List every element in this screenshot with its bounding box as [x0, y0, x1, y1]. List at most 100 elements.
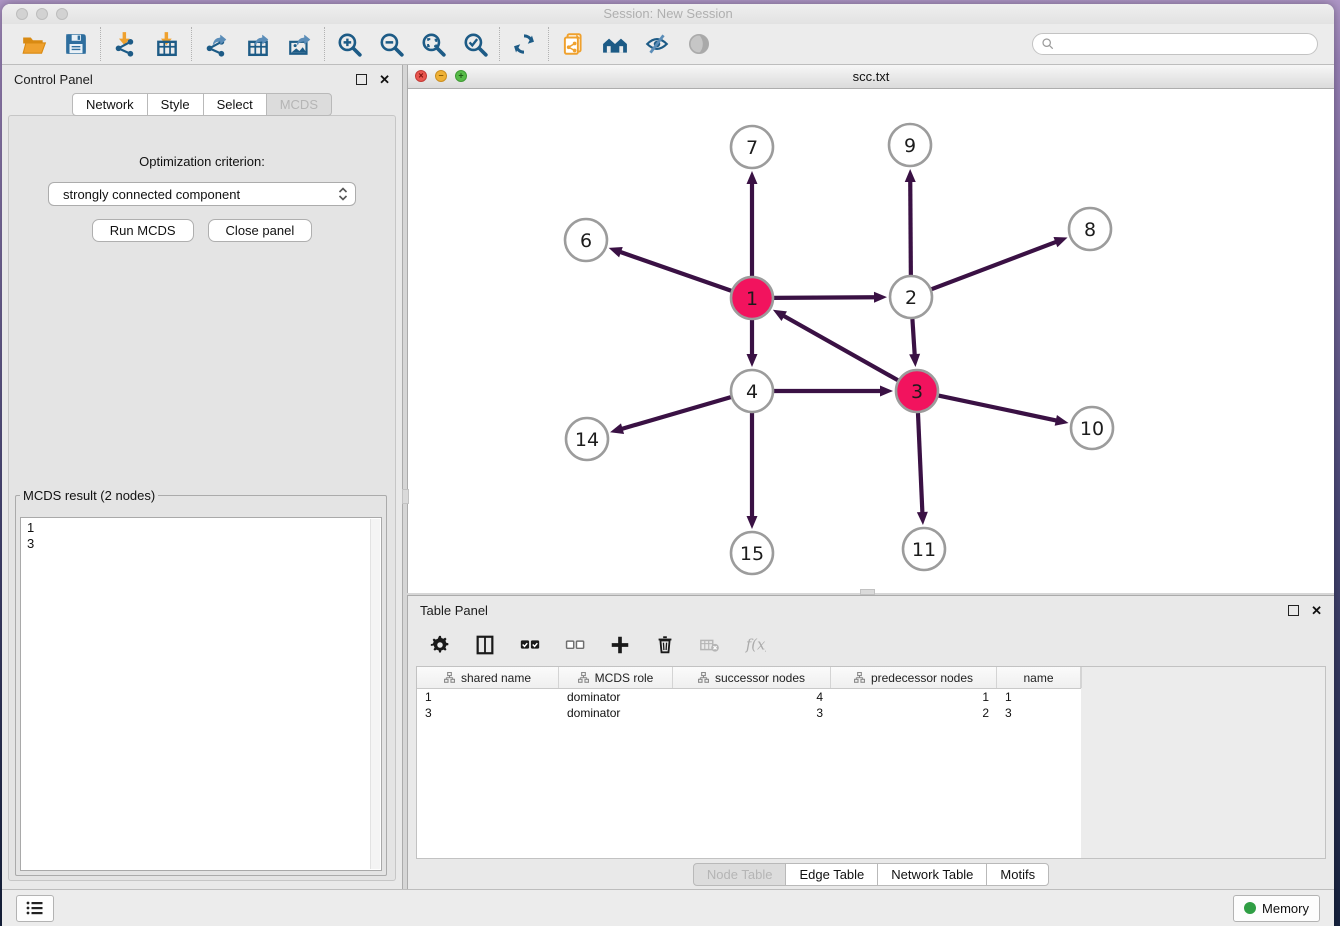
delete-column-button[interactable]: [653, 633, 677, 657]
close-table-panel-icon[interactable]: ✕: [1311, 604, 1322, 617]
edge-2-8[interactable]: [932, 241, 1058, 289]
column-header-successor-nodes[interactable]: successor nodes: [673, 667, 831, 688]
close-panel-icon[interactable]: ✕: [379, 73, 390, 86]
export-table-button[interactable]: [245, 31, 271, 57]
node-label-1: 1: [746, 288, 758, 310]
delete-column-icon: [654, 634, 676, 656]
edge-3-11[interactable]: [918, 413, 922, 514]
column-header-MCDS-role[interactable]: MCDS role: [559, 667, 673, 688]
function-builder-icon: f(x): [744, 634, 766, 656]
edge-arrowhead: [905, 169, 916, 182]
column-header-name[interactable]: name: [997, 667, 1081, 688]
edge-arrowhead: [747, 171, 758, 184]
node-label-11: 11: [912, 539, 936, 561]
run-mcds-button[interactable]: Run MCDS: [92, 219, 194, 242]
tab-style[interactable]: Style: [147, 93, 204, 116]
result-scrollbar[interactable]: [370, 519, 380, 869]
tab-edge-table[interactable]: Edge Table: [785, 863, 878, 886]
show-graphics-details-button[interactable]: [686, 31, 712, 57]
splitter-handle[interactable]: [402, 489, 409, 504]
minimize-view-button[interactable]: −: [435, 70, 447, 82]
node-label-10: 10: [1080, 418, 1104, 440]
export-network-button[interactable]: [203, 31, 229, 57]
network-canvas[interactable]: 7968124314101511: [408, 89, 1334, 593]
control-panel-title: Control Panel: [14, 72, 93, 87]
export-image-button[interactable]: [287, 31, 313, 57]
search-box[interactable]: [1032, 33, 1318, 55]
column-type-icon: [698, 672, 709, 683]
float-panel-icon[interactable]: [356, 74, 367, 85]
zoom-fit-button[interactable]: [420, 31, 446, 57]
edge-1-6[interactable]: [619, 252, 731, 291]
tab-mcds[interactable]: MCDS: [266, 93, 332, 116]
edge-2-9[interactable]: [910, 180, 911, 275]
open-file-icon: [21, 31, 47, 57]
column-type-icon: [578, 672, 589, 683]
table-settings-icon: [429, 634, 451, 656]
deselect-all-columns-button[interactable]: [563, 633, 587, 657]
search-icon: [1041, 37, 1055, 51]
optimization-criterion-label: Optimization criterion:: [9, 154, 395, 169]
node-label-9: 9: [904, 135, 916, 157]
import-network-icon: [112, 31, 138, 57]
table-settings-button[interactable]: [428, 633, 452, 657]
tab-motifs[interactable]: Motifs: [986, 863, 1049, 886]
main-toolbar: [2, 24, 1334, 65]
edge-2-3[interactable]: [912, 319, 914, 356]
column-header-shared-name[interactable]: shared name: [417, 667, 559, 688]
network-overview-button[interactable]: [602, 31, 628, 57]
hide-graphics-details-button[interactable]: [644, 31, 670, 57]
zoom-selected-button[interactable]: [462, 31, 488, 57]
edge-arrowhead: [747, 516, 758, 529]
zoom-fit-icon: [420, 31, 446, 57]
tab-network[interactable]: Network: [72, 93, 148, 116]
column-header-predecessor-nodes[interactable]: predecessor nodes: [831, 667, 997, 688]
edge-4-14[interactable]: [621, 397, 731, 429]
import-network-button[interactable]: [112, 31, 138, 57]
edge-1-2[interactable]: [774, 297, 876, 298]
edge-3-1[interactable]: [782, 315, 897, 380]
refresh-layout-button[interactable]: [511, 31, 537, 57]
edge-arrowhead: [880, 386, 893, 397]
save-session-icon: [63, 31, 89, 57]
show-columns-button[interactable]: [473, 633, 497, 657]
edge-arrowhead: [610, 423, 624, 434]
tab-network-table[interactable]: Network Table: [877, 863, 987, 886]
maximize-view-button[interactable]: +: [455, 70, 467, 82]
zoom-out-button[interactable]: [378, 31, 404, 57]
float-table-panel-icon[interactable]: [1288, 605, 1299, 616]
create-column-button[interactable]: [608, 633, 632, 657]
automation-panel-button[interactable]: [16, 895, 54, 922]
network-window-titlebar[interactable]: × − + scc.txt: [408, 65, 1334, 89]
delete-table-button: [698, 633, 722, 657]
zoom-in-button[interactable]: [336, 31, 362, 57]
search-input[interactable]: [1055, 36, 1309, 52]
edge-3-10[interactable]: [939, 396, 1058, 421]
mcds-result-list[interactable]: 13: [20, 517, 382, 871]
import-table-button[interactable]: [154, 31, 180, 57]
table-tabs: Node TableEdge TableNetwork TableMotifs: [408, 859, 1334, 889]
edge-arrowhead: [917, 512, 928, 525]
criterion-value: strongly connected component: [63, 187, 337, 202]
node-label-15: 15: [740, 543, 764, 565]
memory-button[interactable]: Memory: [1233, 895, 1320, 922]
close-panel-button[interactable]: Close panel: [208, 219, 313, 242]
network-graph[interactable]: 7968124314101511: [408, 89, 1334, 592]
criterion-dropdown[interactable]: strongly connected component: [48, 182, 356, 206]
header-filler: [1081, 667, 1325, 688]
tab-node-table[interactable]: Node Table: [693, 863, 787, 886]
clone-network-button[interactable]: [560, 31, 586, 57]
table-cell: 2: [831, 705, 997, 721]
zoom-in-icon: [336, 31, 362, 57]
edge-arrowhead: [909, 354, 920, 367]
network-view-window: × − + scc.txt 7968124314101511: [407, 65, 1334, 593]
tab-select[interactable]: Select: [203, 93, 267, 116]
node-label-3: 3: [911, 381, 923, 403]
close-view-button[interactable]: ×: [415, 70, 427, 82]
select-all-columns-button[interactable]: [518, 633, 542, 657]
splitter-handle[interactable]: [860, 589, 875, 595]
zoom-selected-icon: [462, 31, 488, 57]
open-file-button[interactable]: [21, 31, 47, 57]
save-session-button[interactable]: [63, 31, 89, 57]
edge-arrowhead: [747, 354, 758, 367]
